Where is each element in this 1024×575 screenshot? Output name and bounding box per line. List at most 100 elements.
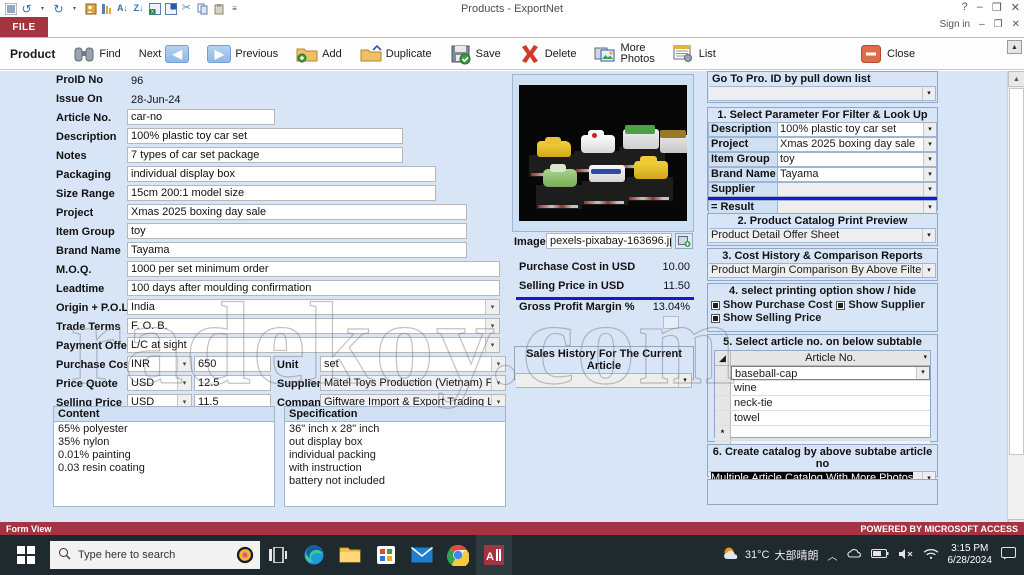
combo-quote-currency[interactable]: USD ▾ — [127, 375, 192, 391]
cortana-icon[interactable] — [234, 544, 256, 569]
chevron-down-icon[interactable]: ▾ — [491, 376, 505, 390]
filter-value-project[interactable]: Xmas 2025 boxing day sale ▾ — [778, 137, 937, 152]
mail-icon[interactable] — [404, 535, 440, 575]
restore-button[interactable]: ❐ — [992, 1, 1002, 14]
chevron-down-icon[interactable]: ▾ — [922, 87, 935, 100]
checkbox-icon[interactable] — [711, 313, 720, 323]
task-view-icon[interactable] — [260, 535, 296, 575]
row-selector[interactable] — [715, 396, 731, 410]
product-image[interactable] — [519, 85, 687, 221]
specification-memo-body[interactable]: 36" inch x 28" inch out display box indi… — [285, 422, 505, 489]
ribbon-minimize-button[interactable]: – — [979, 19, 985, 30]
chevron-down-icon[interactable]: ▾ — [923, 153, 936, 166]
file-tab[interactable]: FILE — [0, 17, 48, 37]
catalog-print-preview-combo[interactable]: Product Detail Offer Sheet ▾ — [709, 228, 936, 243]
filter-row-supplier[interactable]: Supplier ▾ — [708, 182, 937, 197]
combo-payment-offer[interactable]: L/C at sight ▾ — [127, 337, 500, 353]
row-selector[interactable] — [715, 366, 731, 380]
input-item-group[interactable]: toy — [127, 223, 467, 239]
filter-value-brand-name[interactable]: Tayama ▾ — [778, 167, 937, 182]
input-project[interactable]: Xmas 2025 boxing day sale — [127, 204, 467, 220]
content-memo[interactable]: Content 65% polyester 35% nylon 0.01% pa… — [53, 406, 275, 507]
weather-widget[interactable]: 31°C 大部晴朗 — [722, 546, 819, 565]
list-button[interactable]: List — [664, 39, 725, 69]
combo-unit[interactable]: set ▾ — [320, 356, 506, 372]
access-icon[interactable]: A — [476, 535, 512, 575]
combo-origin-pol[interactable]: India ▾ — [127, 299, 500, 315]
table-row[interactable]: neck-tie — [715, 396, 930, 411]
combo-supplier[interactable]: Matel Toys Production (Vietnam) Fact ▾ — [320, 375, 506, 391]
chevron-up-icon[interactable]: ︿ — [828, 548, 838, 563]
product-image-frame[interactable] — [512, 74, 694, 232]
filter-row-project[interactable]: Project Xmas 2025 boxing day sale ▾ — [708, 137, 937, 152]
chevron-down-icon[interactable]: ▾ — [177, 357, 191, 371]
battery-icon[interactable] — [870, 548, 889, 562]
edge-icon[interactable] — [296, 535, 332, 575]
taskbar-search[interactable]: Type here to search — [50, 541, 260, 569]
file-explorer-icon[interactable] — [332, 535, 368, 575]
scroll-up-icon[interactable]: ▲ — [1008, 71, 1024, 87]
input-image-filename[interactable]: pexels-pixabay-163696.jpg — [546, 233, 672, 249]
ribbon-restore-button[interactable]: ❐ — [994, 19, 1003, 30]
chrome-icon[interactable] — [440, 535, 476, 575]
specification-memo[interactable]: Specification 36" inch x 28" inch out di… — [284, 406, 506, 507]
filter-row-brand-name[interactable]: Brand Name Tayama ▾ — [708, 167, 937, 182]
content-memo-body[interactable]: 65% polyester 35% nylon 0.01% painting 0… — [54, 422, 274, 476]
taskbar-clock[interactable]: 3:15 PM 6/28/2024 — [948, 543, 993, 567]
more-photos-button[interactable]: More Photos — [585, 39, 663, 69]
filter-row-item-group[interactable]: Item Group toy ▾ — [708, 152, 937, 167]
previous-button[interactable]: ▶ Previous — [198, 39, 287, 69]
sort-dropdown-icon[interactable]: ▾ — [923, 351, 927, 365]
checkbox-show-selling-price[interactable]: Show Selling Price — [711, 312, 934, 324]
input-quote-amount[interactable]: 12.5 — [194, 375, 271, 391]
chevron-down-icon[interactable]: ▾ — [923, 168, 936, 181]
volume-mute-icon[interactable] — [898, 548, 914, 563]
article-cell[interactable]: towel — [731, 411, 930, 425]
filter-value-description[interactable]: 100% plastic toy car set ▾ — [778, 122, 937, 137]
scrollbar-thumb[interactable] — [1009, 88, 1024, 455]
table-row[interactable]: towel — [715, 411, 930, 426]
chevron-down-icon[interactable]: ▾ — [491, 357, 505, 371]
combo-trade-terms[interactable]: F. O. B. ▾ — [127, 318, 500, 334]
article-cell[interactable]: baseball-cap ▾ — [731, 366, 930, 380]
signin-link[interactable]: Sign in — [940, 19, 971, 30]
article-subtable[interactable]: ◢ Article No. ▾ baseball-cap ▾ wine neck… — [714, 350, 931, 486]
notification-icon[interactable] — [1001, 547, 1016, 563]
table-row[interactable]: baseball-cap ▾ — [715, 366, 930, 381]
find-button[interactable]: Find — [64, 39, 129, 69]
delete-button[interactable]: Delete — [510, 39, 586, 69]
duplicate-button[interactable]: Duplicate — [351, 39, 441, 69]
chevron-down-icon[interactable]: ▾ — [923, 183, 936, 196]
input-description[interactable]: 100% plastic toy car set — [127, 128, 403, 144]
document-close-button[interactable]: ✕ — [1012, 19, 1020, 30]
minimize-button[interactable]: – — [977, 1, 983, 14]
onedrive-icon[interactable] — [846, 548, 862, 563]
sales-history-combo[interactable]: ▾ — [516, 373, 692, 388]
filter-value-supplier[interactable]: ▾ — [778, 182, 937, 197]
checkbox-icon[interactable] — [836, 300, 846, 310]
cost-history-combo[interactable]: Product Margin Comparison By Above Filte… — [709, 263, 936, 278]
attach-image-icon[interactable] — [675, 233, 693, 249]
table-row[interactable]: wine — [715, 381, 930, 396]
checkbox-show-purchase-cost[interactable]: Show Purchase Cost — [711, 299, 832, 311]
goto-proid-combo[interactable]: ▾ — [709, 86, 936, 101]
wifi-icon[interactable] — [923, 548, 939, 563]
article-no-column-header[interactable]: Article No. ▾ — [731, 351, 930, 365]
row-selector[interactable] — [715, 411, 731, 425]
input-notes[interactable]: 7 types of car set package — [127, 147, 403, 163]
article-cell[interactable]: wine — [731, 381, 930, 395]
input-purchase-amount[interactable]: 650 — [194, 356, 271, 372]
save-button[interactable]: Save — [441, 39, 510, 69]
input-packaging[interactable]: individual display box — [127, 166, 436, 182]
start-button[interactable] — [4, 535, 48, 575]
chevron-down-icon[interactable]: ▾ — [916, 367, 929, 379]
next-button[interactable]: Next ◀ — [130, 39, 199, 69]
chevron-down-icon[interactable]: ▾ — [923, 123, 936, 136]
close-button[interactable]: ✕ — [1011, 1, 1020, 14]
row-selector[interactable] — [715, 381, 731, 395]
input-leadtime[interactable]: 100 days after moulding confirmation — [127, 280, 500, 296]
input-moq[interactable]: 1000 per set minimum order — [127, 261, 500, 277]
chevron-down-icon[interactable]: ▾ — [485, 338, 499, 352]
article-cell-empty[interactable] — [731, 426, 930, 440]
checkbox-show-supplier[interactable]: Show Supplier — [836, 299, 925, 311]
